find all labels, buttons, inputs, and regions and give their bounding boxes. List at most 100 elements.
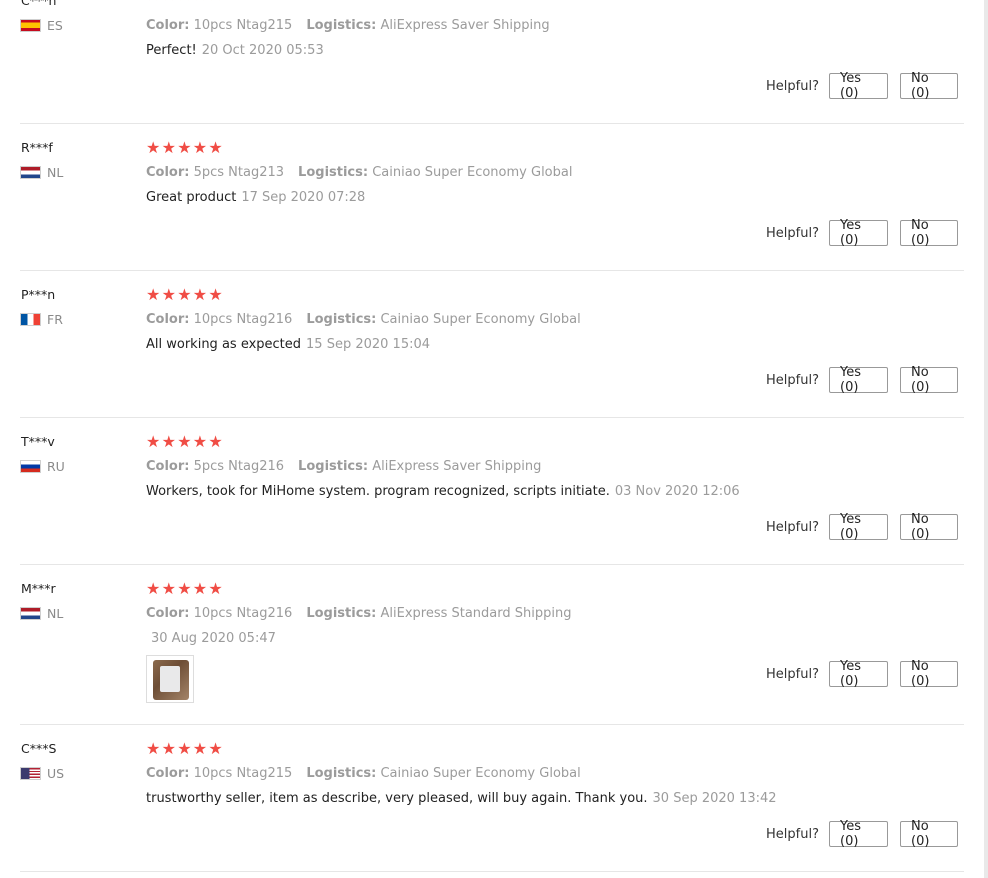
reviewer-country: ES bbox=[20, 17, 63, 33]
color-value: 10pcs Ntag216 bbox=[193, 312, 293, 327]
star-rating: ★★★★★ bbox=[146, 140, 224, 156]
review-divider bbox=[20, 724, 964, 725]
reviewer-country: NL bbox=[20, 165, 63, 180]
logistics-value: Cainiao Super Economy Global bbox=[372, 165, 573, 180]
helpful-vote: Helpful? Yes (0) No (0) bbox=[766, 218, 958, 248]
star-icon: ★ bbox=[208, 579, 223, 598]
star-icon: ★ bbox=[146, 579, 161, 598]
review-text: Great product bbox=[146, 190, 237, 205]
review-date: 17 Sep 2020 07:28 bbox=[241, 190, 366, 205]
review-item: C***n ES ★★★★★ Color: 10pcs Ntag215Logis… bbox=[20, 0, 964, 124]
helpful-yes-button[interactable]: Yes (0) bbox=[829, 71, 888, 101]
review-content: Workers, took for MiHome system. program… bbox=[146, 484, 740, 499]
country-code: FR bbox=[47, 311, 63, 327]
star-icon: ★ bbox=[146, 285, 161, 304]
star-icon: ★ bbox=[193, 0, 209, 3]
logistics-label: Logistics: bbox=[306, 606, 377, 621]
helpful-no-button[interactable]: No (0) bbox=[900, 512, 958, 542]
helpful-yes-button[interactable]: Yes (0) bbox=[829, 819, 888, 849]
review-divider bbox=[20, 417, 964, 418]
review-meta: Color: 5pcs Ntag216 Logistics: AliExpress… bbox=[146, 459, 541, 474]
review-date: 15 Sep 2020 15:04 bbox=[306, 337, 431, 352]
review-item: R***f NL ★★★★★ Color: 5pcs Ntag213 Logist… bbox=[20, 140, 964, 271]
helpful-label: Helpful? bbox=[766, 225, 819, 241]
review-divider bbox=[20, 270, 964, 271]
helpful-label: Helpful? bbox=[766, 666, 819, 682]
review-divider bbox=[20, 564, 964, 565]
star-icon: ★ bbox=[192, 138, 208, 157]
reviewer-name: C***n bbox=[21, 0, 57, 8]
helpful-label: Helpful? bbox=[766, 826, 819, 842]
reviewer-country: US bbox=[20, 765, 65, 781]
review-item: P***n FR ★★★★★ Color: 10pcs Ntag216 Logis… bbox=[20, 287, 964, 418]
logistics-label: Logistics: bbox=[298, 165, 369, 180]
logistics-label: Logistics: bbox=[306, 312, 377, 327]
flag-es-icon bbox=[20, 18, 41, 32]
star-rating: ★★★★★ bbox=[146, 434, 224, 450]
star-icon: ★ bbox=[146, 0, 162, 3]
country-code: ES bbox=[47, 17, 63, 33]
color-value: 10pcs Ntag215 bbox=[193, 766, 293, 781]
color-label: Color: bbox=[146, 459, 190, 474]
reviewer-name: T***v bbox=[21, 434, 55, 449]
helpful-vote: Helpful? Yes (0) No (0) bbox=[766, 71, 958, 101]
star-icon: ★ bbox=[192, 579, 208, 598]
country-code: US bbox=[47, 765, 65, 781]
logistics-value: AliExpress Saver Shipping bbox=[380, 18, 550, 33]
star-icon: ★ bbox=[208, 739, 223, 758]
review-text: Workers, took for MiHome system. program… bbox=[146, 484, 610, 499]
star-rating: ★★★★★ bbox=[146, 287, 224, 303]
star-icon: ★ bbox=[192, 285, 208, 304]
star-icon: ★ bbox=[161, 579, 176, 598]
helpful-yes-button[interactable]: Yes (0) bbox=[829, 218, 888, 248]
review-text: Perfect! bbox=[146, 43, 197, 58]
reviewer-name: R***f bbox=[21, 140, 53, 155]
color-label: Color: bbox=[146, 18, 190, 33]
star-icon: ★ bbox=[192, 739, 208, 758]
review-divider bbox=[20, 871, 964, 872]
star-icon: ★ bbox=[208, 0, 224, 3]
photo-image bbox=[160, 666, 180, 692]
review-content: 30 Aug 2020 05:47 bbox=[146, 631, 276, 646]
star-icon: ★ bbox=[177, 138, 192, 157]
color-label: Color: bbox=[146, 312, 190, 327]
flag-nl-icon bbox=[20, 606, 41, 620]
helpful-yes-button[interactable]: Yes (0) bbox=[829, 365, 888, 395]
review-item: M***r NL ★★★★★ Color: 10pcs Ntag216 Logis… bbox=[20, 581, 964, 725]
scrollbar-track[interactable] bbox=[984, 0, 988, 878]
flag-us-icon bbox=[20, 766, 41, 780]
review-text: trustworthy seller, item as describe, ve… bbox=[146, 791, 648, 806]
review-content: Great product 17 Sep 2020 07:28 bbox=[146, 190, 365, 205]
country-code: RU bbox=[47, 458, 65, 474]
review-content: All working as expected 15 Sep 2020 15:04 bbox=[146, 337, 430, 352]
star-rating: ★★★★★ bbox=[146, 741, 224, 757]
color-value: 5pcs Ntag216 bbox=[193, 459, 285, 474]
helpful-no-button[interactable]: No (0) bbox=[900, 71, 958, 101]
helpful-label: Helpful? bbox=[766, 372, 819, 388]
star-icon: ★ bbox=[192, 432, 208, 451]
logistics-label: Logistics: bbox=[306, 766, 377, 781]
helpful-no-button[interactable]: No (0) bbox=[900, 365, 958, 395]
helpful-no-button[interactable]: No (0) bbox=[900, 659, 958, 689]
helpful-yes-button[interactable]: Yes (0) bbox=[829, 512, 888, 542]
review-date: 30 Sep 2020 13:42 bbox=[652, 791, 777, 806]
star-icon: ★ bbox=[177, 285, 192, 304]
star-icon: ★ bbox=[162, 0, 178, 3]
helpful-yes-button[interactable]: Yes (0) bbox=[829, 659, 888, 689]
reviewer-name: C***S bbox=[21, 741, 57, 756]
reviewer-name: M***r bbox=[21, 581, 56, 596]
reviewer-country: RU bbox=[20, 458, 65, 474]
helpful-label: Helpful? bbox=[766, 519, 819, 535]
star-icon: ★ bbox=[146, 138, 161, 157]
helpful-no-button[interactable]: No (0) bbox=[900, 819, 958, 849]
color-value: 5pcs Ntag213 bbox=[193, 165, 285, 180]
review-meta: Color: 10pcs Ntag215 Logistics: Cainiao S… bbox=[146, 766, 581, 781]
logistics-value: AliExpress Standard Shipping bbox=[380, 606, 572, 621]
helpful-label: Helpful? bbox=[766, 78, 819, 94]
helpful-vote: Helpful? Yes (0) No (0) bbox=[766, 819, 958, 849]
reviewer-country: FR bbox=[20, 311, 63, 327]
helpful-no-button[interactable]: No (0) bbox=[900, 218, 958, 248]
star-icon: ★ bbox=[146, 432, 161, 451]
review-photo-thumbnail[interactable] bbox=[146, 655, 194, 703]
color-label: Color: bbox=[146, 766, 190, 781]
